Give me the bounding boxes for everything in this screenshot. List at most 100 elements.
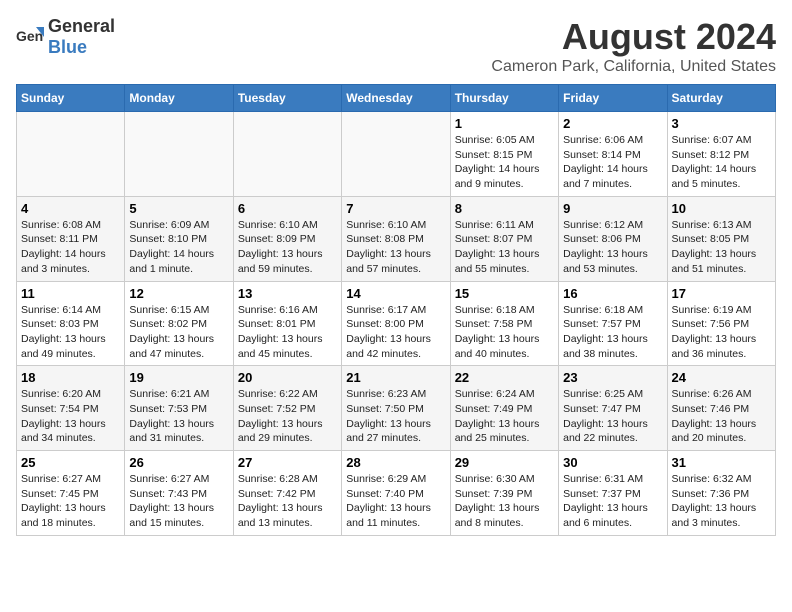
day-number: 26: [129, 455, 228, 470]
day-info: Sunrise: 6:18 AM Sunset: 7:57 PM Dayligh…: [563, 303, 662, 362]
calendar-cell: 20 Sunrise: 6:22 AM Sunset: 7:52 PM Dayli…: [233, 366, 341, 451]
day-number: 3: [672, 116, 771, 131]
main-title: August 2024: [491, 16, 776, 58]
day-number: 4: [21, 201, 120, 216]
calendar-cell: 10 Sunrise: 6:13 AM Sunset: 8:05 PM Dayli…: [667, 196, 775, 281]
day-number: 23: [563, 370, 662, 385]
calendar-cell: 18 Sunrise: 6:20 AM Sunset: 7:54 PM Dayli…: [17, 366, 125, 451]
day-number: 16: [563, 286, 662, 301]
col-header-monday: Monday: [125, 85, 233, 112]
logo: Gen General Blue: [16, 16, 115, 58]
day-number: 2: [563, 116, 662, 131]
day-info: Sunrise: 6:19 AM Sunset: 7:56 PM Dayligh…: [672, 303, 771, 362]
calendar-cell: 15Sunrise: 6:18 AM Sunset: 7:58 PM Dayli…: [450, 281, 558, 366]
day-info: Sunrise: 6:28 AM Sunset: 7:42 PM Dayligh…: [238, 472, 337, 531]
day-number: 8: [455, 201, 554, 216]
logo-icon: Gen: [16, 23, 44, 51]
week-row-4: 18 Sunrise: 6:20 AM Sunset: 7:54 PM Dayli…: [17, 366, 776, 451]
calendar-cell: 17 Sunrise: 6:19 AM Sunset: 7:56 PM Dayli…: [667, 281, 775, 366]
day-info: Sunrise: 6:24 AM Sunset: 7:49 PM Dayligh…: [455, 387, 554, 446]
day-number: 20: [238, 370, 337, 385]
page-header: Gen General Blue August 2024 Cameron Par…: [16, 16, 776, 76]
day-number: 31: [672, 455, 771, 470]
calendar-cell: [342, 112, 450, 197]
day-number: 29: [455, 455, 554, 470]
calendar-cell: 23Sunrise: 6:25 AM Sunset: 7:47 PM Dayli…: [559, 366, 667, 451]
day-info: Sunrise: 6:20 AM Sunset: 7:54 PM Dayligh…: [21, 387, 120, 446]
col-header-thursday: Thursday: [450, 85, 558, 112]
day-number: 22: [455, 370, 554, 385]
day-number: 10: [672, 201, 771, 216]
week-row-5: 25 Sunrise: 6:27 AM Sunset: 7:45 PM Dayli…: [17, 451, 776, 536]
calendar-cell: 21Sunrise: 6:23 AM Sunset: 7:50 PM Dayli…: [342, 366, 450, 451]
day-info: Sunrise: 6:08 AM Sunset: 8:11 PM Dayligh…: [21, 218, 120, 277]
day-info: Sunrise: 6:16 AM Sunset: 8:01 PM Dayligh…: [238, 303, 337, 362]
calendar-cell: 29 Sunrise: 6:30 AM Sunset: 7:39 PM Dayli…: [450, 451, 558, 536]
day-number: 24: [672, 370, 771, 385]
day-number: 17: [672, 286, 771, 301]
calendar-cell: 1 Sunrise: 6:05 AM Sunset: 8:15 PM Daylig…: [450, 112, 558, 197]
calendar-cell: 11Sunrise: 6:14 AM Sunset: 8:03 PM Dayli…: [17, 281, 125, 366]
day-info: Sunrise: 6:22 AM Sunset: 7:52 PM Dayligh…: [238, 387, 337, 446]
col-header-sunday: Sunday: [17, 85, 125, 112]
day-info: Sunrise: 6:12 AM Sunset: 8:06 PM Dayligh…: [563, 218, 662, 277]
day-info: Sunrise: 6:15 AM Sunset: 8:02 PM Dayligh…: [129, 303, 228, 362]
day-info: Sunrise: 6:30 AM Sunset: 7:39 PM Dayligh…: [455, 472, 554, 531]
calendar-cell: [125, 112, 233, 197]
day-number: 28: [346, 455, 445, 470]
calendar-cell: 4 Sunrise: 6:08 AM Sunset: 8:11 PM Daylig…: [17, 196, 125, 281]
subtitle: Cameron Park, California, United States: [491, 58, 776, 76]
calendar-cell: 5Sunrise: 6:09 AM Sunset: 8:10 PM Daylig…: [125, 196, 233, 281]
day-number: 7: [346, 201, 445, 216]
calendar-cell: 30Sunrise: 6:31 AM Sunset: 7:37 PM Dayli…: [559, 451, 667, 536]
day-info: Sunrise: 6:05 AM Sunset: 8:15 PM Dayligh…: [455, 133, 554, 192]
day-number: 18: [21, 370, 120, 385]
week-row-2: 4 Sunrise: 6:08 AM Sunset: 8:11 PM Daylig…: [17, 196, 776, 281]
week-row-1: 1 Sunrise: 6:05 AM Sunset: 8:15 PM Daylig…: [17, 112, 776, 197]
logo-blue: Blue: [48, 37, 87, 57]
calendar-cell: 6 Sunrise: 6:10 AM Sunset: 8:09 PM Daylig…: [233, 196, 341, 281]
title-block: August 2024 Cameron Park, California, Un…: [491, 16, 776, 76]
calendar-body: 1 Sunrise: 6:05 AM Sunset: 8:15 PM Daylig…: [17, 112, 776, 536]
logo-text: General Blue: [48, 16, 115, 58]
day-number: 1: [455, 116, 554, 131]
day-number: 13: [238, 286, 337, 301]
col-header-saturday: Saturday: [667, 85, 775, 112]
day-number: 25: [21, 455, 120, 470]
day-info: Sunrise: 6:06 AM Sunset: 8:14 PM Dayligh…: [563, 133, 662, 192]
day-info: Sunrise: 6:27 AM Sunset: 7:45 PM Dayligh…: [21, 472, 120, 531]
calendar-cell: 13 Sunrise: 6:16 AM Sunset: 8:01 PM Dayli…: [233, 281, 341, 366]
calendar-cell: 14Sunrise: 6:17 AM Sunset: 8:00 PM Dayli…: [342, 281, 450, 366]
day-info: Sunrise: 6:10 AM Sunset: 8:09 PM Dayligh…: [238, 218, 337, 277]
day-number: 19: [129, 370, 228, 385]
day-info: Sunrise: 6:17 AM Sunset: 8:00 PM Dayligh…: [346, 303, 445, 362]
calendar-cell: 9Sunrise: 6:12 AM Sunset: 8:06 PM Daylig…: [559, 196, 667, 281]
day-number: 5: [129, 201, 228, 216]
day-info: Sunrise: 6:26 AM Sunset: 7:46 PM Dayligh…: [672, 387, 771, 446]
calendar-cell: 16 Sunrise: 6:18 AM Sunset: 7:57 PM Dayli…: [559, 281, 667, 366]
calendar-table: SundayMondayTuesdayWednesdayThursdayFrid…: [16, 84, 776, 536]
calendar-cell: 24 Sunrise: 6:26 AM Sunset: 7:46 PM Dayli…: [667, 366, 775, 451]
calendar-cell: 25 Sunrise: 6:27 AM Sunset: 7:45 PM Dayli…: [17, 451, 125, 536]
day-number: 27: [238, 455, 337, 470]
day-info: Sunrise: 6:27 AM Sunset: 7:43 PM Dayligh…: [129, 472, 228, 531]
calendar-header-row: SundayMondayTuesdayWednesdayThursdayFrid…: [17, 85, 776, 112]
calendar-cell: 28Sunrise: 6:29 AM Sunset: 7:40 PM Dayli…: [342, 451, 450, 536]
calendar-cell: 12 Sunrise: 6:15 AM Sunset: 8:02 PM Dayli…: [125, 281, 233, 366]
day-info: Sunrise: 6:07 AM Sunset: 8:12 PM Dayligh…: [672, 133, 771, 192]
week-row-3: 11Sunrise: 6:14 AM Sunset: 8:03 PM Dayli…: [17, 281, 776, 366]
day-number: 6: [238, 201, 337, 216]
calendar-cell: [17, 112, 125, 197]
day-number: 11: [21, 286, 120, 301]
day-info: Sunrise: 6:11 AM Sunset: 8:07 PM Dayligh…: [455, 218, 554, 277]
day-info: Sunrise: 6:32 AM Sunset: 7:36 PM Dayligh…: [672, 472, 771, 531]
day-number: 21: [346, 370, 445, 385]
day-info: Sunrise: 6:13 AM Sunset: 8:05 PM Dayligh…: [672, 218, 771, 277]
col-header-wednesday: Wednesday: [342, 85, 450, 112]
day-number: 30: [563, 455, 662, 470]
calendar-cell: 27 Sunrise: 6:28 AM Sunset: 7:42 PM Dayli…: [233, 451, 341, 536]
calendar-cell: 2 Sunrise: 6:06 AM Sunset: 8:14 PM Daylig…: [559, 112, 667, 197]
day-number: 12: [129, 286, 228, 301]
calendar-cell: 8 Sunrise: 6:11 AM Sunset: 8:07 PM Daylig…: [450, 196, 558, 281]
col-header-friday: Friday: [559, 85, 667, 112]
